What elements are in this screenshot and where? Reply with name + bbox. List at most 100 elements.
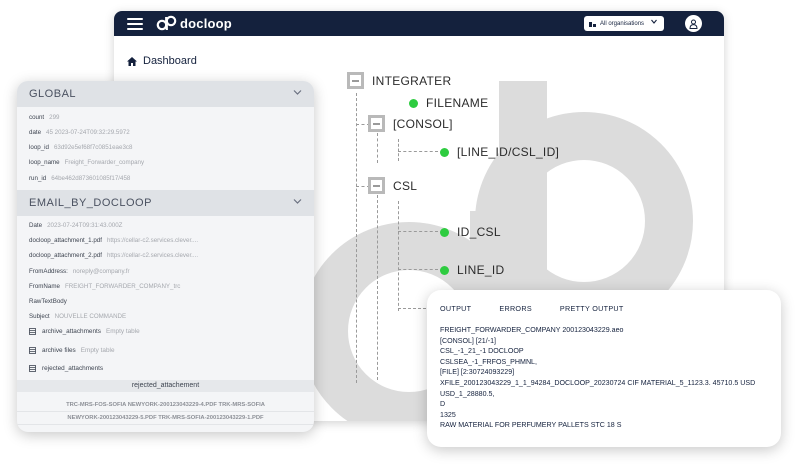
tree-connector bbox=[356, 93, 357, 383]
top-navbar: docloop All organisations bbox=[114, 11, 724, 36]
organisation-select[interactable]: All organisations bbox=[584, 16, 664, 31]
organisation-icon bbox=[589, 21, 596, 27]
field-value: noreply@company.fr bbox=[72, 268, 130, 275]
table-row[interactable]: NEWYORK-200123043229-5.PDF TRK-MRS-SOFIA… bbox=[17, 411, 314, 425]
status-dot bbox=[440, 265, 449, 275]
tab-pretty-output[interactable]: PRETTY OUTPUT bbox=[560, 304, 624, 313]
field-value: 63d92e5ef68f7c0851eae3c8 bbox=[53, 144, 133, 151]
docloop-logo[interactable]: docloop bbox=[156, 15, 232, 32]
tree-node-integrater: INTEGRATER bbox=[347, 72, 451, 89]
breadcrumb[interactable]: Dashboard bbox=[127, 55, 197, 67]
tree-connector bbox=[398, 231, 438, 232]
tree-connector bbox=[398, 151, 438, 152]
user-icon bbox=[689, 19, 698, 29]
field-key: archive files bbox=[42, 347, 76, 354]
field-key: FromAddress: bbox=[29, 268, 68, 275]
stage: docloop All organisations Dashboard INTE… bbox=[0, 0, 800, 472]
tree-node-line-id-csl-id: [LINE_ID/CSL_ID] bbox=[440, 145, 559, 159]
docloop-logo-icon bbox=[156, 15, 177, 31]
organisation-select-value: All organisations bbox=[600, 20, 645, 27]
tree-connector bbox=[377, 195, 378, 380]
chevron-down-icon bbox=[293, 87, 302, 99]
tab-errors[interactable]: ERRORS bbox=[499, 304, 532, 313]
output-line: CSLSEA_-1_FRFOS_PHMNL, bbox=[440, 357, 537, 366]
output-line: CSL_-1_21_-1 DOCLOOP bbox=[440, 347, 524, 356]
field-key: docloop_attachment_1.pdf bbox=[29, 237, 102, 244]
field-row: FromName FREIGHT_FORWARDER_COMPANY_trc bbox=[29, 283, 180, 290]
field-value: https://cellar-c2.services.clever.... bbox=[106, 237, 199, 244]
field-row: run_id 64be462d873601085f17/458 bbox=[29, 175, 130, 182]
field-row: date 45 2023-07-24T09:32:29.5972 bbox=[29, 129, 130, 136]
tree-node-label: LINE_ID bbox=[457, 263, 505, 277]
home-icon bbox=[127, 56, 137, 66]
output-line: RAW MATERIAL FOR PERFUMERY PALLETS STC 1… bbox=[440, 421, 622, 430]
field-key: FromName bbox=[29, 283, 60, 290]
field-key: rejected_attachments bbox=[42, 365, 104, 372]
tree-connector bbox=[398, 269, 438, 270]
tree-node-label: [LINE_ID/CSL_ID] bbox=[457, 145, 560, 159]
minus-icon bbox=[352, 79, 359, 82]
collapse-toggle[interactable] bbox=[368, 177, 385, 194]
chevron-down-icon bbox=[293, 196, 302, 208]
table-icon bbox=[29, 347, 36, 354]
collapse-toggle[interactable] bbox=[368, 115, 385, 132]
field-row: loop_name Freight_Forwarder_company bbox=[29, 159, 144, 166]
tree-connector bbox=[377, 133, 378, 163]
output-tabs: OUTPUT ERRORS PRETTY OUTPUT bbox=[440, 304, 652, 313]
field-row: docloop_attachment_2.pdf https://cellar-c… bbox=[29, 252, 198, 259]
field-key: date bbox=[29, 129, 42, 136]
logo-text: docloop bbox=[180, 16, 232, 31]
tab-output[interactable]: OUTPUT bbox=[440, 304, 471, 313]
field-value: 299 bbox=[49, 114, 60, 121]
field-row: Date 2023-07-24T09:31:43.000Z bbox=[29, 222, 122, 229]
section-title: EMAIL_BY_DOCLOOP bbox=[29, 197, 152, 209]
tree-connector bbox=[398, 308, 426, 309]
field-row: count 299 bbox=[29, 114, 59, 121]
field-row: Subject NOUVELLE COMMANDE bbox=[29, 313, 126, 320]
table-field-archive-attachments[interactable]: archive_attachments Empty table bbox=[29, 328, 140, 335]
data-inspector-panel: GLOBAL count 299 date 45 2023-07-24T09:32:… bbox=[17, 81, 314, 432]
chevron-down-icon bbox=[651, 19, 657, 26]
tree-connector bbox=[398, 139, 399, 161]
output-panel: OUTPUT ERRORS PRETTY OUTPUT FREIGHT_FORW… bbox=[427, 290, 781, 447]
status-dot bbox=[440, 147, 449, 157]
section-global-header[interactable]: GLOBAL bbox=[17, 81, 314, 107]
table-row[interactable]: TRC-MRS-FOS-SOFIA NEWYORK-200123043229-4… bbox=[17, 398, 314, 412]
field-key: count bbox=[29, 114, 45, 121]
user-menu-button[interactable] bbox=[685, 15, 702, 32]
field-row: FromAddress: noreply@company.fr bbox=[29, 268, 130, 275]
field-value: Empty table bbox=[80, 347, 115, 354]
field-row: loop_id 63d92e5ef68f7c0851eae3c8 bbox=[29, 144, 132, 151]
section-email-header[interactable]: EMAIL_BY_DOCLOOP bbox=[17, 190, 314, 216]
tree-node-label: FILENAME bbox=[426, 96, 489, 110]
output-line: USD_1_28880.5, bbox=[440, 389, 495, 398]
table-icon bbox=[29, 365, 36, 372]
field-key: RawTextBody bbox=[29, 298, 67, 305]
output-line: FREIGHT_FORWARDER_COMPANY 200123043229.a… bbox=[440, 326, 624, 334]
output-line: D bbox=[440, 400, 446, 409]
field-value: 64be462d873601085f17/458 bbox=[51, 175, 131, 182]
tree-node-line-id: LINE_ID bbox=[440, 263, 504, 277]
rejected-table-header: rejected_attachement bbox=[17, 380, 314, 392]
field-value: Freight_Forwarder_company bbox=[64, 159, 145, 166]
tree-node-label: ID_CSL bbox=[457, 225, 501, 239]
table-field-rejected-attachments[interactable]: rejected_attachments bbox=[29, 365, 103, 372]
field-row: RawTextBody bbox=[29, 298, 72, 305]
field-value: 2023-07-24T09:31:43.000Z bbox=[47, 222, 123, 229]
tree-node-filename: FILENAME bbox=[409, 96, 488, 110]
field-row: docloop_attachment_1.pdf https://cellar-c… bbox=[29, 237, 198, 244]
status-dot bbox=[409, 98, 418, 108]
tree-connector bbox=[398, 201, 399, 311]
field-key: Date bbox=[29, 222, 43, 229]
output-line: [FILE] [2:30724093229] bbox=[440, 368, 515, 377]
field-key: docloop_attachment_2.pdf bbox=[29, 252, 102, 259]
field-key: loop_id bbox=[29, 144, 49, 151]
field-value: https://cellar-c2.services.clever.... bbox=[106, 252, 199, 259]
tree-node-label: [CONSOL] bbox=[393, 116, 453, 131]
menu-icon[interactable] bbox=[127, 18, 143, 30]
status-dot bbox=[440, 227, 449, 237]
table-field-archive-files[interactable]: archive files Empty table bbox=[29, 347, 115, 354]
field-key: Subject bbox=[29, 313, 50, 320]
field-key: archive_attachments bbox=[42, 328, 101, 335]
collapse-toggle[interactable] bbox=[347, 72, 364, 89]
